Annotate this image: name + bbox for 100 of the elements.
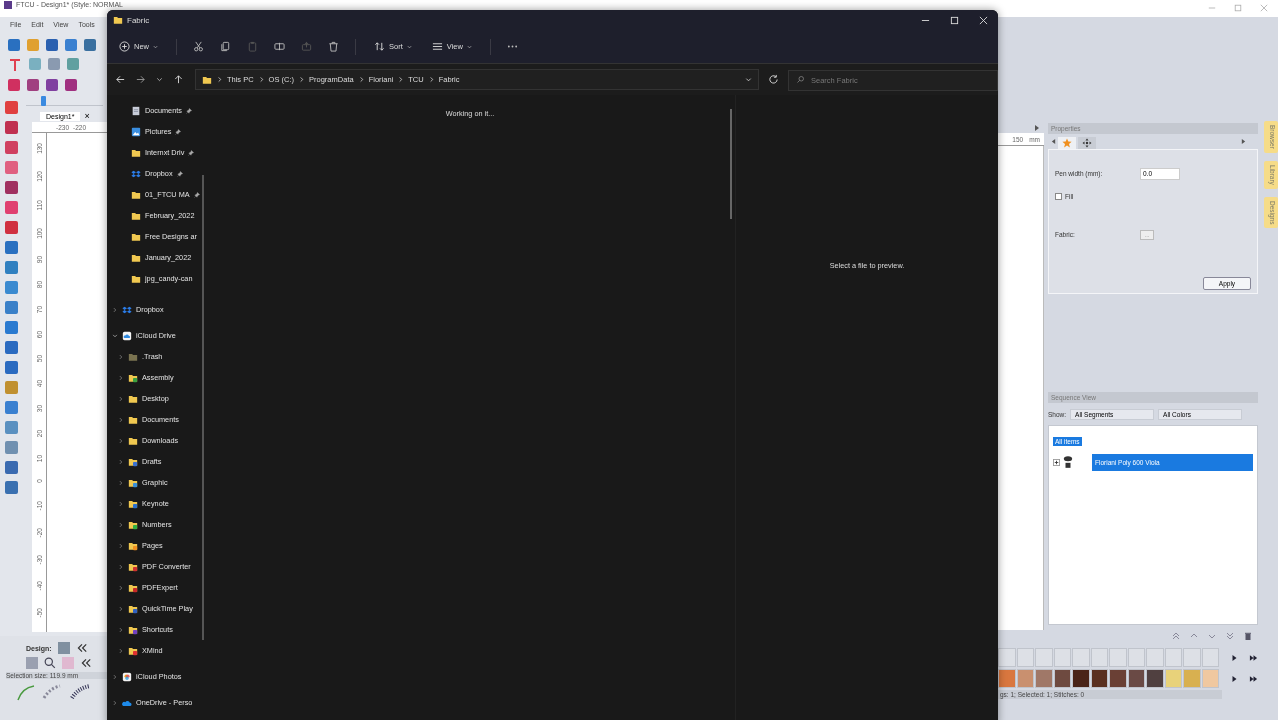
forward-icon[interactable] xyxy=(135,74,146,85)
scrollbar[interactable] xyxy=(730,109,732,219)
chevron-icon[interactable] xyxy=(112,332,118,339)
fast-forward-icon[interactable] xyxy=(1249,653,1258,662)
cut-icon[interactable] xyxy=(193,41,204,52)
chevron-icon[interactable] xyxy=(118,647,124,654)
chevron-icon[interactable] xyxy=(118,374,124,381)
chevron-icon[interactable] xyxy=(118,437,124,444)
text-tool-icon[interactable] xyxy=(8,58,22,72)
chevron-icon[interactable] xyxy=(118,479,124,486)
expand-icon[interactable] xyxy=(1053,458,1060,466)
color-swatch[interactable] xyxy=(1072,669,1090,688)
color-swatch[interactable] xyxy=(1090,669,1108,688)
chevron-icon[interactable] xyxy=(118,521,124,528)
empty-color-slot[interactable] xyxy=(1146,648,1164,667)
color-swatch[interactable] xyxy=(1146,669,1164,688)
panel-tab[interactable] xyxy=(1078,136,1096,149)
play-icon[interactable] xyxy=(1230,653,1239,662)
empty-color-slot[interactable] xyxy=(1183,648,1201,667)
picture-icon xyxy=(131,126,141,137)
tool-icon[interactable] xyxy=(4,421,18,434)
up-icon[interactable] xyxy=(172,74,184,85)
empty-color-slot[interactable] xyxy=(1053,648,1071,667)
color-swatch[interactable] xyxy=(1016,669,1034,688)
chevron-icon[interactable] xyxy=(118,584,124,591)
empty-color-slot[interactable] xyxy=(1035,648,1053,667)
color-swatch[interactable] xyxy=(1053,669,1071,688)
chevron-icon[interactable] xyxy=(118,395,124,402)
back-icon[interactable] xyxy=(115,74,126,85)
tool-icon[interactable] xyxy=(4,481,18,494)
trash-icon[interactable] xyxy=(1244,632,1252,640)
refresh-icon[interactable] xyxy=(768,74,779,85)
tool-icon[interactable] xyxy=(4,241,18,254)
chevron-icon[interactable] xyxy=(118,458,124,465)
color-swatch[interactable] xyxy=(1127,669,1145,688)
color-swatch[interactable] xyxy=(1035,669,1053,688)
fast-forward-icon[interactable] xyxy=(1249,674,1258,683)
tool-icon[interactable] xyxy=(4,121,18,134)
zoom-slider[interactable] xyxy=(41,96,47,106)
tool-icon[interactable] xyxy=(4,441,18,454)
empty-color-slot[interactable] xyxy=(1164,648,1182,667)
tool-icon[interactable] xyxy=(4,261,18,274)
tool-icon[interactable] xyxy=(4,201,18,214)
chevron-icon[interactable] xyxy=(112,306,118,313)
scrollbar[interactable] xyxy=(202,175,204,640)
scroll-right-icon[interactable] xyxy=(1034,124,1040,132)
rewind-icon[interactable] xyxy=(75,642,88,654)
color-swatch[interactable] xyxy=(1109,669,1127,688)
fill-checkbox[interactable] xyxy=(1055,192,1062,200)
color-swatch[interactable] xyxy=(62,657,74,669)
empty-color-slot[interactable] xyxy=(1072,648,1090,667)
close-tab-button[interactable]: × xyxy=(84,111,90,121)
tool-icon[interactable] xyxy=(4,181,18,194)
tool-icon[interactable] xyxy=(4,141,18,154)
tool-icon[interactable] xyxy=(4,361,18,374)
chevron-icon[interactable] xyxy=(118,353,124,360)
empty-color-slot[interactable] xyxy=(998,648,1016,667)
tool-icon[interactable] xyxy=(4,101,18,114)
scroll-left-icon[interactable] xyxy=(1051,137,1056,145)
chevron-icon[interactable] xyxy=(118,416,124,423)
empty-color-slot[interactable] xyxy=(1016,648,1034,667)
chevron-icon[interactable] xyxy=(118,626,124,633)
chevron-icon[interactable] xyxy=(118,542,124,549)
color-swatch[interactable] xyxy=(1164,669,1182,688)
chevron-icon[interactable] xyxy=(112,673,118,680)
tool-icon[interactable] xyxy=(4,381,18,394)
move-down-icon[interactable] xyxy=(1208,632,1216,640)
rewind-icon[interactable] xyxy=(80,657,92,669)
tool-icon[interactable] xyxy=(4,401,18,414)
chevron-icon[interactable] xyxy=(118,500,124,507)
empty-color-slot[interactable] xyxy=(1090,648,1108,667)
move-up-icon[interactable] xyxy=(1190,632,1198,640)
zoom-icon[interactable] xyxy=(44,657,56,669)
move-bottom-icon[interactable] xyxy=(1226,632,1234,640)
color-swatch[interactable] xyxy=(998,669,1016,688)
color-swatch[interactable] xyxy=(1183,669,1201,688)
copy-icon[interactable] xyxy=(220,41,231,52)
play-icon[interactable] xyxy=(1230,674,1239,683)
chevron-down-icon[interactable] xyxy=(745,76,753,83)
folder-icon xyxy=(131,189,141,200)
tool-icon[interactable] xyxy=(4,461,18,474)
tool-icon[interactable] xyxy=(4,301,18,314)
tool-icon[interactable] xyxy=(4,221,18,234)
eye-lock-icon[interactable] xyxy=(1063,455,1073,470)
chevron-icon[interactable] xyxy=(112,699,118,706)
color-swatch[interactable] xyxy=(1201,669,1219,688)
delete-icon[interactable] xyxy=(328,41,339,52)
scroll-right-icon[interactable] xyxy=(1241,137,1246,145)
tool-icon[interactable] xyxy=(4,281,18,294)
chevron-icon[interactable] xyxy=(118,563,124,570)
app-folder-icon xyxy=(128,477,138,488)
empty-color-slot[interactable] xyxy=(1127,648,1145,667)
empty-color-slot[interactable] xyxy=(1109,648,1127,667)
move-top-icon[interactable] xyxy=(1172,632,1180,640)
rename-icon[interactable] xyxy=(274,41,285,52)
chevron-icon[interactable] xyxy=(118,605,124,612)
tool-icon[interactable] xyxy=(4,321,18,334)
tool-icon[interactable] xyxy=(4,341,18,354)
empty-color-slot[interactable] xyxy=(1201,648,1219,667)
tool-icon[interactable] xyxy=(4,161,18,174)
